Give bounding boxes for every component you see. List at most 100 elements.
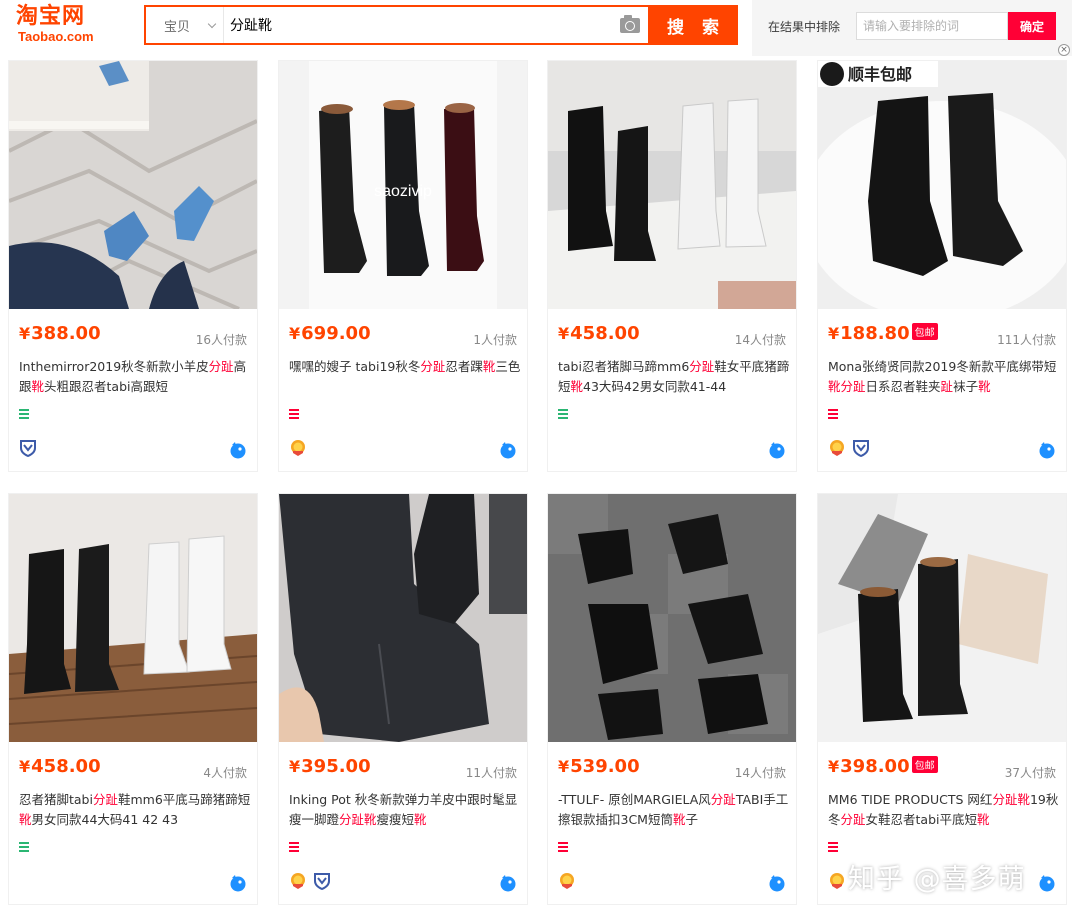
wangwang-chat-icon[interactable]: [1038, 874, 1056, 892]
sales-count: 14人付款: [734, 766, 786, 780]
wangwang-chat-icon[interactable]: [499, 874, 517, 892]
product-image[interactable]: [548, 61, 796, 309]
sales-count: 14人付款: [734, 333, 786, 347]
title-segment: MM6 TIDE PRODUCTS 网红: [828, 792, 993, 807]
product-title[interactable]: -TTULF- 原创MARGIELA风分趾TABI手工擦银款插扣3CM短筒靴子: [558, 790, 790, 830]
keyword-highlight: 靴: [977, 812, 990, 827]
product-card[interactable]: ¥395.00 11人付款 Inking Pot 秋冬新款弹力羊皮中跟时髦显瘦一脚蹬…: [278, 493, 528, 905]
price-value: 395.00: [301, 756, 371, 777]
keyword-highlight: 靴: [978, 379, 991, 394]
product-card[interactable]: 顺丰包邮 ¥188.80 包邮 111人付款 Mona张绮贤同款2019冬新款平底绑带…: [817, 60, 1067, 472]
wangwang-chat-icon[interactable]: [768, 441, 786, 459]
keyword-highlight: 分趾: [840, 379, 866, 394]
product-price: ¥458.00: [19, 756, 101, 777]
product-title[interactable]: Mona张绮贤同款2019冬新款平底绑带短靴分趾日系忍者鞋夹趾袜子靴: [828, 357, 1060, 397]
seller-badges: [289, 439, 307, 459]
price-value: 188.80: [840, 323, 910, 344]
gold-medal-icon[interactable]: [828, 872, 846, 890]
menu-lines-icon[interactable]: [828, 842, 838, 852]
product-title[interactable]: tabi忍者猪脚马蹄mm6分趾鞋女平底猪蹄短靴43大码42男女同款41-44: [558, 357, 790, 397]
menu-lines-icon[interactable]: [19, 409, 29, 419]
keyword-highlight: 靴: [414, 812, 427, 827]
keyword-highlight: 分趾: [420, 359, 446, 374]
search-bar: 宝贝 搜 索: [144, 5, 738, 45]
camera-icon[interactable]: [620, 15, 640, 33]
title-segment: 鞋mm6平底马蹄猪蹄短: [117, 792, 251, 807]
gold-medal-icon[interactable]: [289, 872, 307, 890]
logo-cn-text: 淘宝网: [16, 4, 86, 29]
title-segment: 嘿嘿的嫂子 tabi19秋冬: [289, 359, 421, 374]
price-value: 458.00: [570, 323, 640, 344]
search-button[interactable]: 搜 索: [648, 5, 738, 45]
search-input[interactable]: [230, 7, 610, 43]
exclude-confirm-button[interactable]: 确定: [1008, 12, 1056, 40]
wangwang-chat-icon[interactable]: [229, 874, 247, 892]
price-value: 458.00: [31, 756, 101, 777]
wangwang-chat-icon[interactable]: [1038, 441, 1056, 459]
product-image[interactable]: saozivip: [279, 61, 527, 309]
title-segment: 瘦瘦短: [376, 812, 415, 827]
shield-icon[interactable]: [313, 872, 331, 891]
product-card[interactable]: ¥458.00 4人付款忍者猪脚tabi分趾鞋mm6平底马蹄猪蹄短靴男女同款44大…: [8, 493, 258, 905]
title-segment: 三色: [495, 359, 521, 374]
product-card[interactable]: saozivip ¥699.00 1人付款 嘿嘿的嫂子 tabi19秋冬分趾忍者踝靴…: [278, 60, 528, 472]
shield-icon[interactable]: [852, 439, 870, 458]
yen-symbol: ¥: [558, 324, 570, 343]
menu-lines-icon[interactable]: [19, 842, 29, 852]
gold-medal-icon[interactable]: [558, 872, 576, 890]
keyword-highlight: 分趾: [710, 792, 736, 807]
header: 淘宝网 Taobao.com 宝贝 搜 索 在结果中排除 确定 ×: [0, 0, 1072, 56]
close-icon[interactable]: ×: [1058, 44, 1070, 56]
menu-lines-icon[interactable]: [558, 842, 568, 852]
search-category-select[interactable]: 宝贝: [146, 7, 224, 43]
product-title[interactable]: MM6 TIDE PRODUCTS 网红分趾靴19秋冬分趾女鞋忍者tabi平底短…: [828, 790, 1060, 830]
yen-symbol: ¥: [828, 757, 840, 776]
product-title[interactable]: 忍者猪脚tabi分趾鞋mm6平底马蹄猪蹄短靴男女同款44大码41 42 43: [19, 790, 251, 830]
gold-medal-icon[interactable]: [828, 439, 846, 457]
product-card[interactable]: ¥539.00 14人付款 -TTULF- 原创MARGIELA风分趾TABI手工擦…: [547, 493, 797, 905]
exclude-input[interactable]: [856, 12, 1008, 40]
keyword-highlight: 分趾: [208, 359, 234, 374]
product-image[interactable]: [9, 494, 257, 742]
product-image[interactable]: [9, 61, 257, 309]
gold-medal-icon[interactable]: [289, 439, 307, 457]
sales-count: 111人付款: [997, 333, 1056, 347]
keyword-highlight: 靴: [482, 359, 496, 374]
taobao-logo[interactable]: 淘宝网 Taobao.com: [16, 5, 116, 47]
sales-count: 11人付款: [465, 766, 517, 780]
seller-badges: [828, 439, 870, 459]
wangwang-chat-icon[interactable]: [229, 441, 247, 459]
yen-symbol: ¥: [19, 324, 31, 343]
watermark: 知乎 @喜多萌: [848, 864, 1026, 895]
product-image[interactable]: [818, 494, 1066, 742]
shield-icon[interactable]: [19, 439, 37, 458]
menu-lines-icon[interactable]: [289, 842, 299, 852]
keyword-highlight: 分趾靴: [339, 812, 377, 827]
product-card[interactable]: ¥398.00 包邮 37人付款 MM6 TIDE PRODUCTS 网红分趾靴19秋…: [817, 493, 1067, 905]
menu-lines-icon[interactable]: [289, 409, 299, 419]
menu-lines-icon[interactable]: [828, 409, 838, 419]
product-card[interactable]: ¥388.00 16人付款 Inthemirror2019秋冬新款小羊皮分趾高跟靴头…: [8, 60, 258, 472]
seller-badges: [19, 439, 37, 459]
product-price: ¥699.00: [289, 323, 371, 344]
wangwang-chat-icon[interactable]: [499, 441, 517, 459]
price-value: 699.00: [301, 323, 371, 344]
menu-lines-icon[interactable]: [558, 409, 568, 419]
title-segment: 日系忍者鞋夹: [865, 379, 941, 394]
wangwang-chat-icon[interactable]: [768, 874, 786, 892]
free-shipping-badge: 包邮: [911, 323, 938, 340]
product-title[interactable]: Inthemirror2019秋冬新款小羊皮分趾高跟靴头粗跟忍者tabi高跟短: [19, 357, 251, 397]
product-card[interactable]: ¥458.00 14人付款 tabi忍者猪脚马蹄mm6分趾鞋女平底猪蹄短靴43大码4…: [547, 60, 797, 472]
keyword-highlight: 分趾: [92, 792, 118, 807]
product-image[interactable]: [548, 494, 796, 742]
product-title[interactable]: Inking Pot 秋冬新款弹力羊皮中跟时髦显瘦一脚蹬分趾靴瘦瘦短靴: [289, 790, 521, 830]
photo-watermark-text: saozivip: [374, 183, 432, 200]
keyword-highlight: 靴: [31, 379, 45, 394]
sales-count: 4人付款: [203, 766, 247, 780]
product-image[interactable]: [279, 494, 527, 742]
product-price: ¥388.00: [19, 323, 101, 344]
title-segment: tabi忍者猪脚马蹄mm6: [558, 359, 690, 374]
product-price: ¥395.00: [289, 756, 371, 777]
product-image[interactable]: 顺丰包邮: [818, 61, 1066, 309]
product-title[interactable]: 嘿嘿的嫂子 tabi19秋冬分趾忍者踝靴三色: [289, 357, 521, 397]
